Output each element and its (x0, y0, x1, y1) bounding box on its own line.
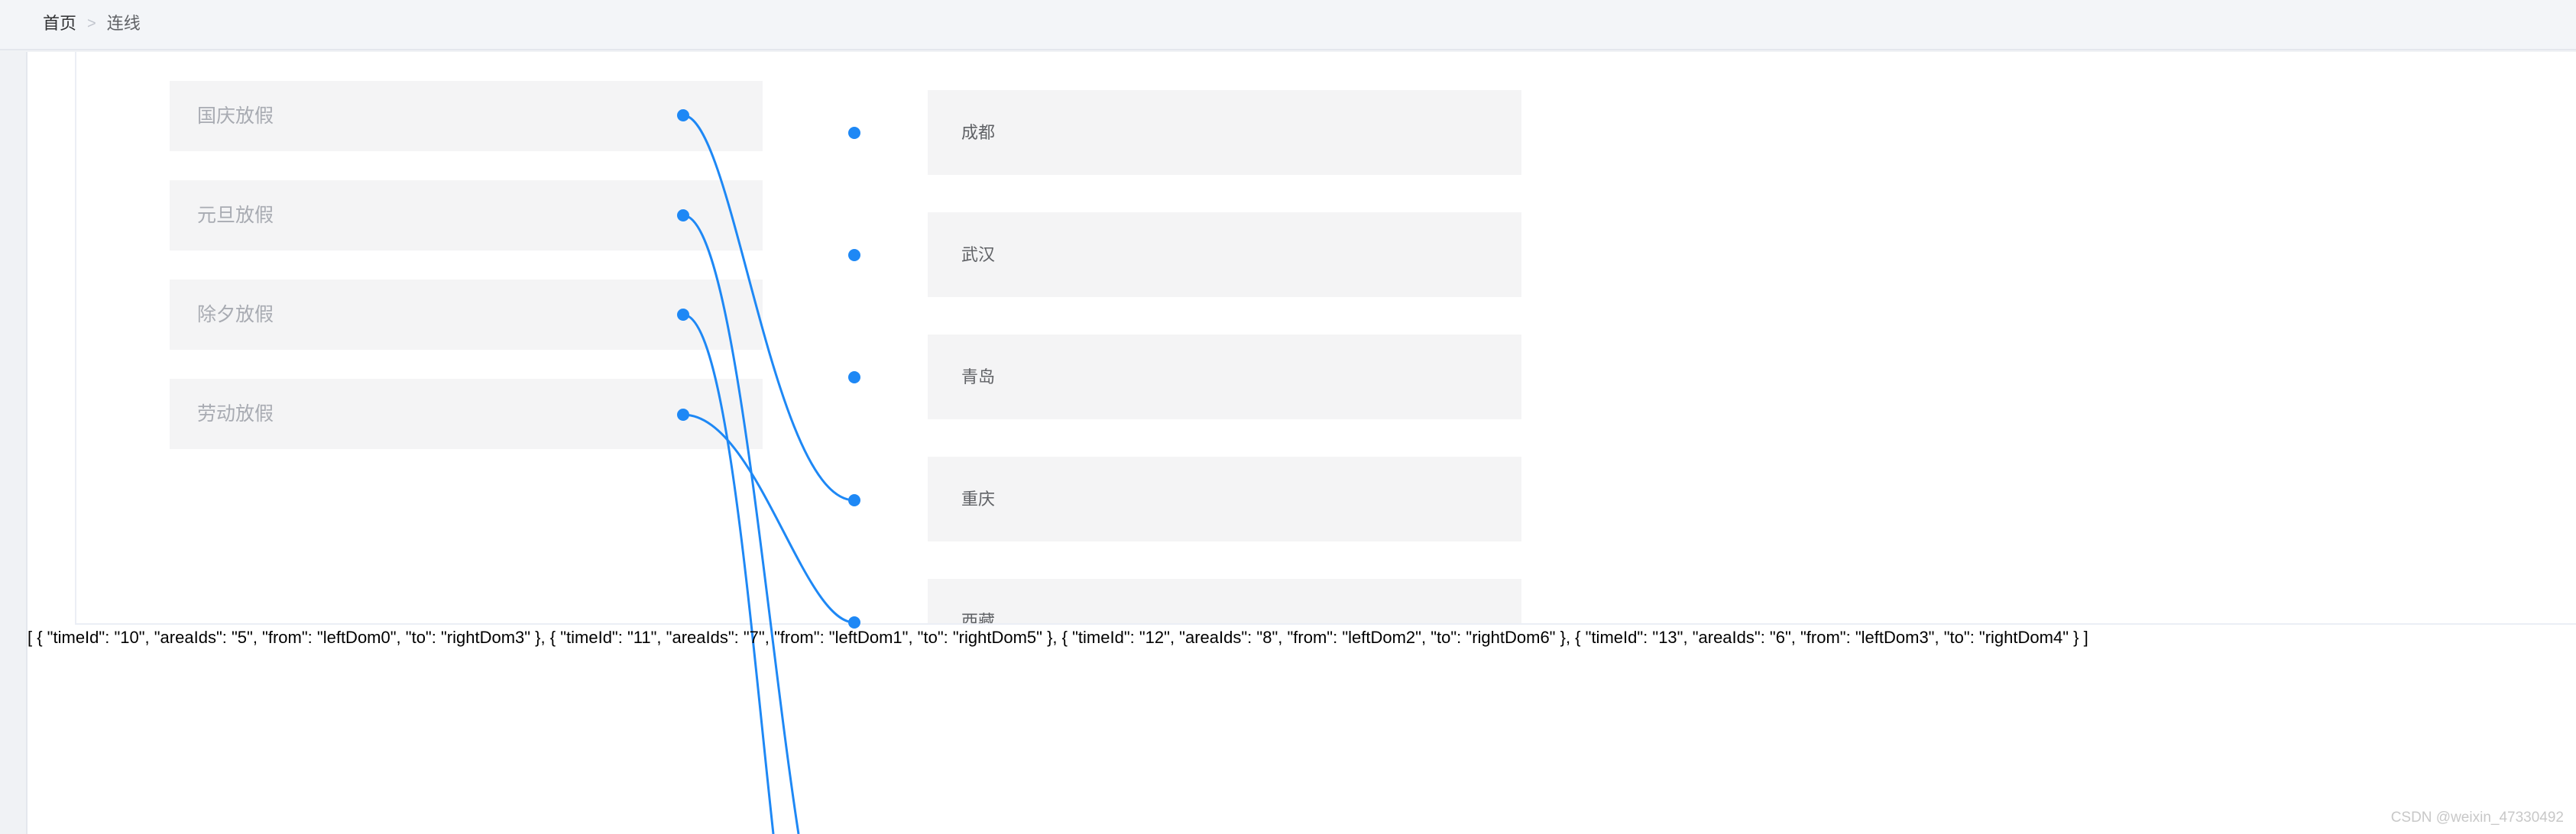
right-item-label: 青岛 (961, 367, 996, 386)
left-item-label: 劳动放假 (197, 403, 274, 425)
watermark: CSDN @weixin_47330492 (2390, 810, 2564, 826)
left-endpoint-dot[interactable] (677, 209, 689, 221)
right-item[interactable]: 成都 (928, 90, 1521, 175)
breadcrumb-home[interactable]: 首页 (43, 13, 76, 34)
left-item[interactable]: 国庆放假 (170, 81, 763, 151)
right-item[interactable]: 重庆 (928, 457, 1521, 541)
breadcrumb: 首页 > 连线 (43, 13, 141, 34)
right-endpoint-dot[interactable] (848, 494, 860, 506)
right-item-label: 武汉 (961, 245, 996, 264)
breadcrumb-current: 连线 (106, 14, 141, 33)
left-item-label: 元旦放假 (197, 205, 274, 226)
left-endpoint-dot[interactable] (677, 409, 689, 421)
left-item-label: 除夕放假 (197, 304, 274, 325)
left-item-label: 国庆放假 (197, 105, 274, 127)
right-item-label: 成都 (961, 123, 996, 142)
connect-area: 国庆放假 元旦放假 除夕放假 劳动放假 成都 武汉 青岛 重庆 西藏 (75, 52, 2576, 625)
left-item[interactable]: 除夕放假 (170, 280, 763, 350)
right-item[interactable]: 西藏 (928, 579, 1521, 625)
right-item-label: 西藏 (961, 612, 996, 625)
left-endpoint-dot[interactable] (677, 109, 689, 121)
right-endpoint-dot[interactable] (848, 249, 860, 261)
right-endpoint-dot[interactable] (848, 127, 860, 139)
left-endpoint-dot[interactable] (677, 309, 689, 321)
connections-output: [ { "timeId": "10", "areaIds": "5", "fro… (28, 628, 2088, 647)
left-item[interactable]: 元旦放假 (170, 180, 763, 251)
right-item[interactable]: 武汉 (928, 212, 1521, 297)
right-item[interactable]: 青岛 (928, 335, 1521, 419)
breadcrumb-separator: > (87, 15, 96, 32)
main-panel: 国庆放假 元旦放假 除夕放假 劳动放假 成都 武汉 青岛 重庆 西藏 (26, 52, 2576, 834)
right-item-label: 重庆 (961, 490, 996, 509)
right-endpoint-dot[interactable] (848, 371, 860, 383)
left-item[interactable]: 劳动放假 (170, 379, 763, 449)
breadcrumb-bar: 首页 > 连线 (0, 0, 2576, 50)
